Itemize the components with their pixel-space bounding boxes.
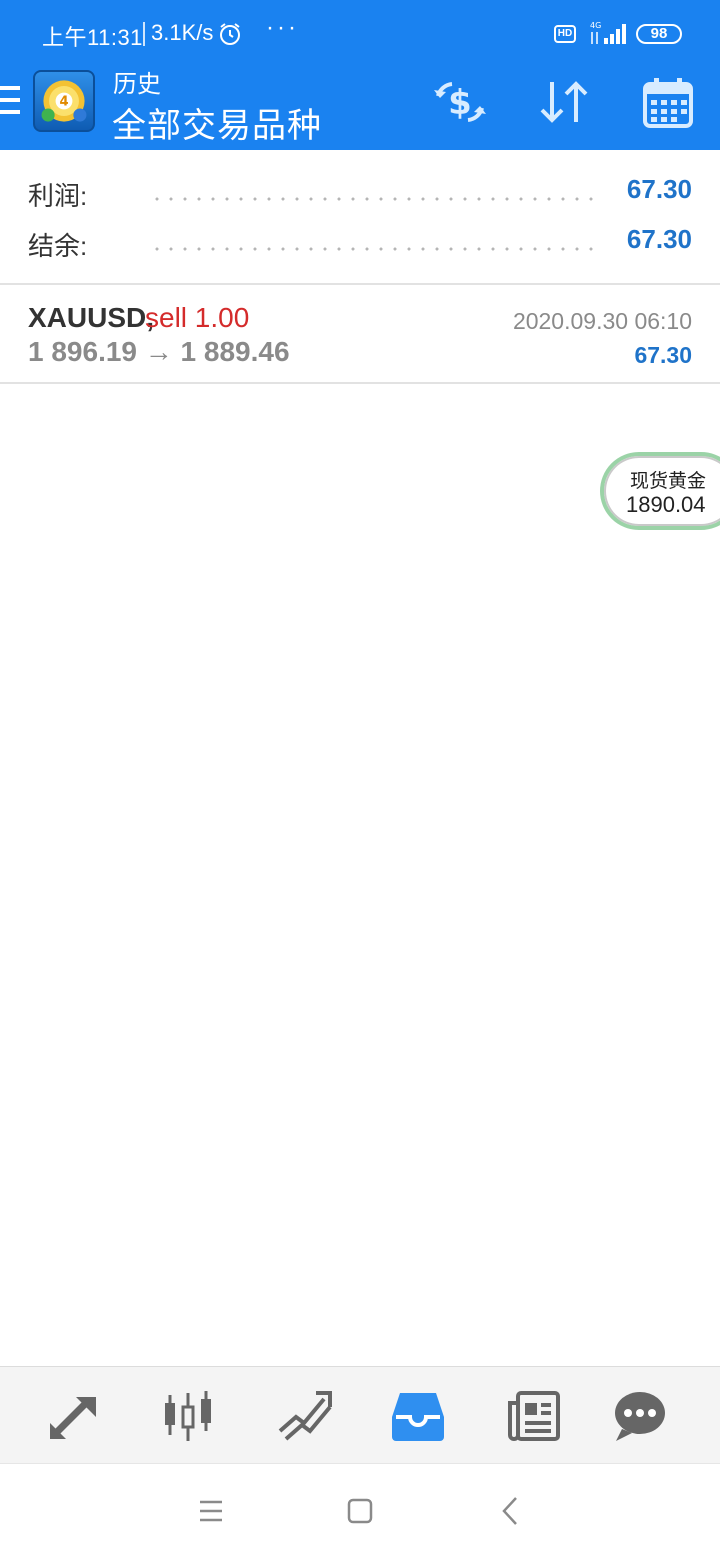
alarm-icon [218, 22, 242, 46]
calendar-icon[interactable] [640, 76, 696, 128]
app-bar: 4 历史 全部交易品种 $ [0, 64, 720, 150]
signal-icon: 4G [588, 20, 628, 46]
menu-icon[interactable] [0, 86, 22, 116]
profit-summary-row: 利润: 67.30 [28, 172, 692, 212]
history-icon[interactable] [390, 1389, 446, 1443]
trade-row[interactable]: XAUUSD, sell 1.00 1 896.19 → 1 889.46 20… [0, 286, 720, 382]
dotted-leader [150, 196, 602, 202]
dotted-leader [150, 246, 602, 252]
trade-side: sell 1.00 [145, 302, 250, 333]
svg-text:$: $ [448, 83, 472, 123]
home-icon[interactable] [343, 1494, 377, 1528]
bottom-navigation [0, 1366, 720, 1464]
recent-apps-icon[interactable] [194, 1494, 228, 1528]
more-notifications-icon: ··· [266, 14, 299, 41]
status-separator [143, 22, 145, 46]
app-root: 上午11:31 3.1K/s ··· HD 4G 98 4 历史 全部交易品种 … [0, 0, 720, 1560]
svg-text:4: 4 [59, 95, 68, 110]
balance-value: 67.30 [626, 224, 692, 254]
chart-icon[interactable] [160, 1389, 216, 1443]
page-title: 历史 [113, 71, 161, 98]
news-icon[interactable] [506, 1389, 562, 1443]
trade-icon[interactable] [276, 1389, 332, 1443]
status-bar: 上午11:31 3.1K/s ··· HD 4G 98 [0, 0, 720, 64]
balance-label: 结余: [28, 231, 88, 261]
trade-datetime: 2020.09.30 06:10 [512, 308, 692, 334]
floating-price-bubble[interactable]: 现货黄金 1890.04 [600, 452, 720, 530]
divider [0, 382, 720, 384]
trade-profit: 67.30 [634, 342, 692, 368]
app-logo: 4 [33, 70, 95, 132]
quotes-icon[interactable] [46, 1389, 102, 1443]
trade-prices: 1 896.19 → 1 889.46 [28, 336, 290, 367]
bubble-symbol-name: 现货黄金 [630, 471, 707, 492]
network-speed: 3.1K/s [151, 20, 214, 45]
divider [0, 283, 720, 285]
symbol-filter-title[interactable]: 全部交易品种 [112, 98, 322, 147]
trade-symbol: XAUUSD, [28, 302, 155, 333]
battery-icon: 98 [636, 24, 682, 44]
balance-summary-row: 结余: 67.30 [28, 222, 692, 262]
back-icon[interactable] [494, 1494, 528, 1528]
system-navigation-bar [0, 1464, 720, 1560]
profit-value: 67.30 [626, 174, 692, 204]
hd-badge: HD [554, 25, 576, 43]
chat-icon[interactable] [612, 1389, 668, 1443]
profit-label: 利润: [28, 181, 88, 211]
bubble-price: 1890.04 [626, 492, 706, 517]
sort-icon[interactable] [536, 76, 592, 128]
signal-label: 4G [590, 21, 601, 30]
status-time: 上午11:31 [42, 25, 143, 50]
currency-exchange-icon[interactable]: $ [432, 76, 488, 128]
